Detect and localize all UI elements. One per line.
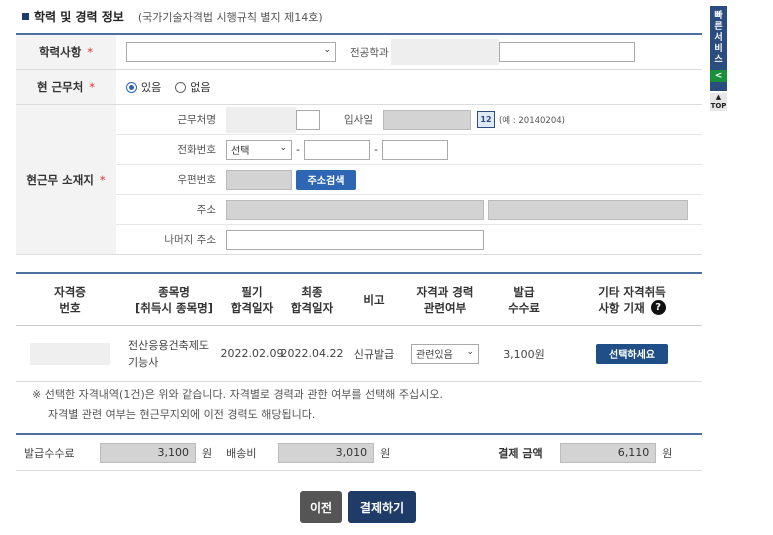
shipping-label: 배송비 <box>226 446 257 460</box>
address-rest-label: 나머지 주소 <box>164 234 216 246</box>
major-input[interactable] <box>498 42 635 62</box>
phone-last-input[interactable] <box>381 139 448 160</box>
header-note: 비고 <box>363 292 385 307</box>
caret-up-icon: ▲ <box>715 93 722 101</box>
total-label: 결제 금액 <box>498 446 543 460</box>
chevron-down-icon: ⌄ <box>279 142 287 153</box>
total-value: 6,110 <box>560 442 657 463</box>
zip-input[interactable] <box>226 169 292 190</box>
fee-summary: 발급수수료 3,100 원 배송비 3,010 원 결제 금액 6,110 원 <box>16 433 702 471</box>
radio-no[interactable]: 없음 <box>175 79 211 95</box>
issue-fee-label: 발급수수료 <box>24 446 75 460</box>
notice-line-1: ※ 선택한 자격내역(1건)은 위와 같습니다. 자격별로 경력과 관한 여부를… <box>32 388 443 401</box>
section-title: 학력 및 경력 정보 (국가기술자격법 시행규칙 별지 제14호) <box>22 8 323 25</box>
related-select[interactable]: 관련있음 ⌄ <box>411 343 479 364</box>
header-other: 기타 자격취득 사항 기재 ? <box>598 284 666 315</box>
join-date-label: 입사일 <box>344 114 373 126</box>
radio-checked-icon <box>126 81 137 93</box>
dash: - <box>296 143 300 156</box>
major-label: 전공학과 <box>350 46 389 59</box>
education-label: 학력사항 * <box>16 35 116 69</box>
qualification-table: 자격증 번호 종목명 [취득시 종목명] 필기 합격일자 최종 합격일자 비고 자격과 … <box>16 272 702 382</box>
notice-line-2: 자격별 관련 여부는 현근무지외에 이전 경력도 해당됩니다. <box>48 408 316 421</box>
major-value-redacted <box>390 39 499 65</box>
zip-label: 우편번호 <box>177 174 216 186</box>
prev-button[interactable]: 이전 <box>300 491 342 523</box>
select-button[interactable]: 선택하세요 <box>596 343 668 364</box>
chevron-left-icon[interactable]: < <box>710 70 727 82</box>
company-input[interactable] <box>296 109 320 130</box>
education-row: 학력사항 * ⌄ 전공학과 <box>16 35 702 70</box>
fee-value: 3,100원 <box>503 347 545 361</box>
cert-number-redacted <box>16 326 124 381</box>
related-cell: 관련있음 ⌄ <box>404 326 486 381</box>
workplace-label: 현근무 소재지 * <box>16 105 116 254</box>
final-date: 2022.04.22 <box>280 347 344 360</box>
company-redacted <box>226 106 296 133</box>
notice: ※ 선택한 자격내역(1건)은 위와 같습니다. 자격별로 경력과 관한 여부를… <box>32 385 443 425</box>
header-number: 자격증 번호 <box>54 284 86 315</box>
join-date-hint: (예 : 20140204) <box>498 115 565 126</box>
header-related: 자격과 경력 관련여부 <box>416 284 474 315</box>
table-header: 자격증 번호 종목명 [취득시 종목명] 필기 합격일자 최종 합격일자 비고 자격과 … <box>16 274 702 326</box>
current-job-label: 현 근무처 * <box>16 70 116 104</box>
section-heading: 학력 및 경력 정보 <box>34 10 124 24</box>
quick-service-panel[interactable]: 빠 른 서 비 스 < <box>710 6 727 91</box>
calendar-icon[interactable]: 12 <box>476 111 495 128</box>
radio-yes[interactable]: 있음 <box>126 79 161 95</box>
address-search-button[interactable]: 주소검색 <box>296 169 356 190</box>
company-label: 근무처명 <box>177 114 216 126</box>
item-name: 전산응용건축제도 기능사 <box>128 338 209 369</box>
unit: 원 <box>380 446 391 460</box>
note: 신규발급 <box>353 347 395 361</box>
pay-button[interactable]: 결제하기 <box>348 491 416 523</box>
current-job-row: 현 근무처 * 있음 없음 <box>16 70 702 105</box>
chevron-down-icon: ⌄ <box>466 346 474 357</box>
shipping-value: 3,010 <box>278 442 375 463</box>
phone-label: 전화번호 <box>177 144 216 156</box>
unit: 원 <box>662 446 673 460</box>
bullet-icon <box>22 13 29 20</box>
dash: - <box>373 143 378 156</box>
career-form: 학력사항 * ⌄ 전공학과 현 근무처 * 있음 없음 현근무 소재지 * 근무… <box>16 33 702 255</box>
header-fee: 발급 수수료 <box>508 284 540 315</box>
phone-prefix-select[interactable]: 선택 ⌄ <box>226 139 292 160</box>
other-cell: 선택하세요 <box>562 326 702 381</box>
phone-middle-input[interactable] <box>303 139 370 160</box>
address-label: 주소 <box>196 204 216 216</box>
education-select[interactable]: ⌄ <box>126 42 336 62</box>
address-extra-input[interactable] <box>488 199 688 220</box>
join-date-input[interactable] <box>382 109 471 130</box>
address-rest-input[interactable] <box>226 229 484 250</box>
header-final-date: 최종 합격일자 <box>290 284 334 315</box>
written-date: 2022.02.09 <box>220 347 284 360</box>
table-row: 전산응용건축제도 기능사 2022.02.09 2022.04.22 신규발급 관… <box>16 326 702 382</box>
unit: 원 <box>202 446 213 460</box>
header-written-date: 필기 합격일자 <box>230 284 274 315</box>
workplace-row: 현근무 소재지 * 근무처명 입사일 12 (예 : 20140204) 전화번호… <box>16 105 702 255</box>
radio-unchecked-icon <box>175 81 187 93</box>
issue-fee-value: 3,100 <box>100 442 196 463</box>
top-button[interactable]: ▲ TOP <box>710 93 727 111</box>
chevron-down-icon: ⌄ <box>323 45 331 55</box>
address-input[interactable] <box>226 199 484 220</box>
law-reference: (국가기술자격법 시행규칙 별지 제14호) <box>137 10 323 24</box>
header-item: 종목명 [취득시 종목명] <box>135 284 213 315</box>
help-icon[interactable]: ? <box>650 300 666 315</box>
